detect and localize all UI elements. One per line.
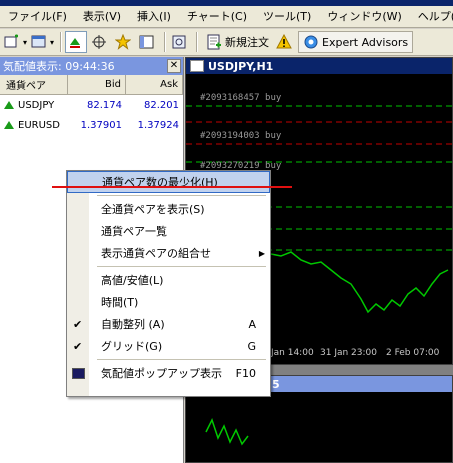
ask-cell: 1.37924 [137,119,179,131]
menu-item-grid[interactable]: ✔ グリッド(G) G [67,335,270,357]
checkmark-icon: ✔ [73,339,83,353]
table-row[interactable]: EURUSD 1.37901 1.37924 [0,115,183,135]
popup-prices-icon [72,367,85,379]
arrow-up-icon [4,121,14,129]
menu-item-label: 通貨ペア一覧 [101,225,167,238]
new-chart-button[interactable]: ▾ [3,31,28,53]
market-watch-title-bar: 気配値表示: 09:44:36 ✕ [0,57,183,75]
symbol-cell: USDJPY [0,100,68,111]
menu-charts[interactable]: チャート(C) [179,6,255,28]
toolbar-separator [196,32,199,52]
arrow-up-icon [4,101,14,109]
price-line [205,418,249,446]
new-order-label: 新規注文 [225,36,270,49]
navigator-button[interactable] [89,31,111,53]
menu-item-shortcut: G [247,339,256,353]
clock-icon [172,35,186,49]
menu-item-high-low[interactable]: 高値/安値(L) [67,269,270,291]
bid-cell: 1.37901 [80,119,122,131]
checkmark-icon: ✔ [73,317,83,331]
time-axis-label: Jan 14:00 [271,348,314,358]
menu-item-label: 表示通貨ペアの組合せ [101,247,211,260]
symbol-cell: EURUSD [0,120,68,131]
menu-help[interactable]: ヘルプ(H) [410,6,453,28]
time-axis-label: 2 Feb 07:00 [386,348,440,358]
chevron-down-icon: ▾ [50,37,55,47]
menu-item-show-all[interactable]: 全通貨ペアを表示(S) [67,198,270,220]
order-label: #2093194003 buy [200,131,282,141]
menu-item-label: 気配値ポップアップ表示 [101,367,222,380]
profiles-button[interactable]: ▾ [30,31,55,53]
chart-canvas[interactable] [186,392,452,462]
menu-insert[interactable]: 挿入(I) [129,6,179,28]
bid-cell: 82.174 [87,99,122,111]
profiles-icon [31,35,46,48]
menu-item-label: 自動整列 (A) [101,318,165,331]
submenu-arrow-icon: ▶ [258,248,265,258]
toolbar-separator [60,32,63,52]
column-header-bid[interactable]: Bid [68,75,126,94]
order-label: #2093168457 buy [200,93,282,103]
expert-advisors-icon [304,35,318,49]
menu-file[interactable]: ファイル(F) [0,6,75,28]
menu-item-time[interactable]: 時間(T) [67,291,270,313]
market-watch-title: 気配値表示: 09:44:36 [3,60,115,73]
star-icon [114,34,131,50]
toolbar-separator [164,32,167,52]
strategy-tester-button[interactable] [169,31,191,53]
new-order-icon [207,34,222,50]
context-menu: 通貨ペア数の最少化(H) 全通貨ペアを表示(S) 通貨ペア一覧 表示通貨ペアの組… [66,170,271,397]
symbol-name: USDJPY [18,99,55,111]
menu-item-popup-prices[interactable]: 気配値ポップアップ表示 F10 [67,362,270,384]
expert-advisors-label: Expert Advisors [322,35,409,49]
column-header-ask[interactable]: Ask [126,75,183,94]
chart-title-bar[interactable]: USDJPY,H1 [186,58,452,74]
chart-icon [190,60,204,72]
menu-tools[interactable]: ツール(T) [255,6,319,28]
market-watch-button[interactable] [65,31,88,53]
close-icon[interactable]: ✕ [167,59,181,73]
red-underline-annotation [52,186,292,188]
symbol-name: EURUSD [18,119,60,131]
window-icon [139,35,154,49]
menubar: ファイル(F) 表示(V) 挿入(I) チャート(C) ツール(T) ウィンドウ… [0,6,453,28]
menu-item-shortcut: A [248,317,256,331]
time-axis-label: 31 Jan 23:00 [320,348,377,358]
crosshair-icon [91,35,106,49]
warning-button[interactable] [274,31,296,53]
chart-title: 5 [272,377,280,391]
new-chart-icon [4,34,18,48]
market-watch-icon [69,38,80,48]
menu-view[interactable]: 表示(V) [75,6,129,28]
menu-item-symbol-sets[interactable]: 表示通貨ペアの組合せ ▶ [67,242,270,264]
menu-item-label: 高値/安値(L) [101,274,164,287]
ask-cell: 82.201 [144,99,179,111]
market-watch-header: 通貨ペア Bid Ask [0,75,183,95]
table-row[interactable]: USDJPY 82.174 82.201 [0,95,183,115]
mt4-window: ファイル(F) 表示(V) 挿入(I) チャート(C) ツール(T) ウィンドウ… [0,0,453,463]
menu-item-shortcut: F10 [235,366,256,380]
column-header-symbol[interactable]: 通貨ペア [0,75,68,94]
price-line [270,251,449,314]
menu-item-hide-unused[interactable]: 通貨ペア数の最少化(H) [67,171,270,193]
menu-item-symbol-list[interactable]: 通貨ペア一覧 [67,220,270,242]
menu-item-auto-arrange[interactable]: ✔ 自動整列 (A) A [67,313,270,335]
chart-title: USDJPY,H1 [208,59,274,73]
menu-window[interactable]: ウィンドウ(W) [319,6,409,28]
favorites-button[interactable] [113,31,135,53]
menu-item-label: グリッド(G) [101,340,163,353]
toolbar: ▾ ▾ 新規注文 Expert Advisors [0,29,453,56]
chevron-down-icon: ▾ [23,37,28,47]
terminal-button[interactable] [137,31,159,53]
expert-advisors-button[interactable]: Expert Advisors [298,31,414,53]
menu-item-label: 時間(T) [101,296,139,309]
new-order-button[interactable]: 新規注文 [201,31,274,53]
menu-item-label: 全通貨ペアを表示(S) [101,203,205,216]
warning-icon [275,34,292,49]
